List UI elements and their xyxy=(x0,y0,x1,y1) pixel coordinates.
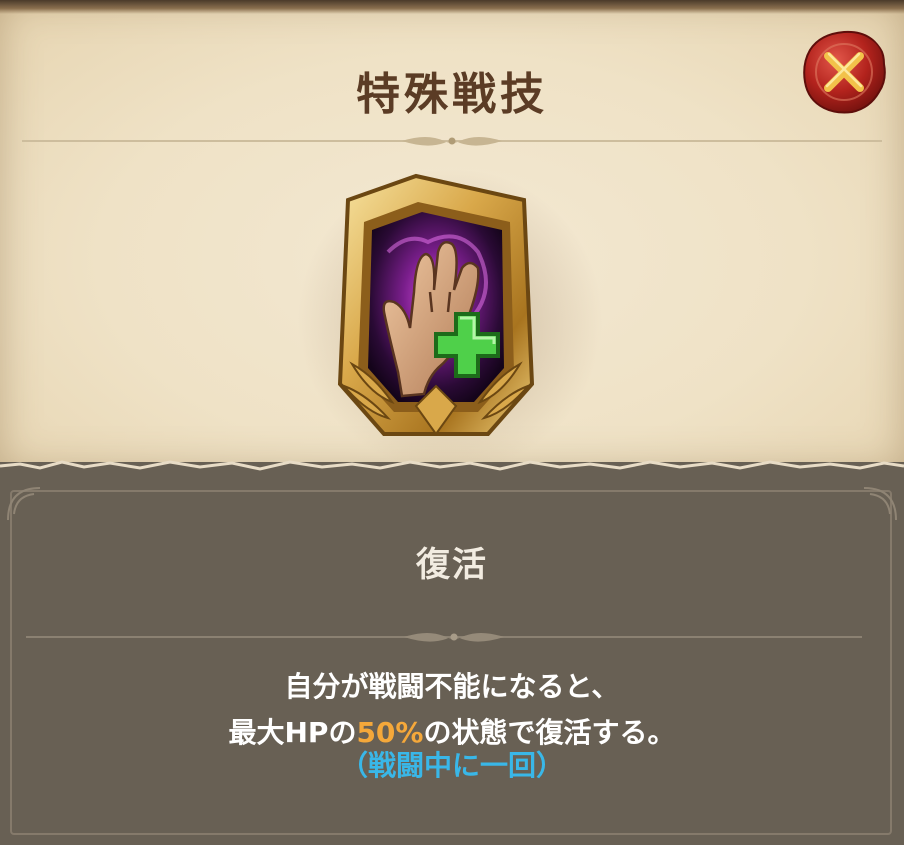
torn-edge xyxy=(0,460,904,490)
corner-ornament xyxy=(7,487,41,521)
usage-limit-note: （戦闘中に一回） xyxy=(339,749,564,782)
reviving-hand-icon xyxy=(337,173,535,436)
title-divider-ornament xyxy=(402,137,502,146)
skill-description: 自分が戦闘不能になると、 最大HPの50%の状態で復活する。 xyxy=(0,664,904,756)
skill-name: 復活 xyxy=(416,545,488,585)
close-button[interactable] xyxy=(800,28,888,116)
corner-ornament xyxy=(863,487,897,521)
description-line-1: 自分が戦闘不能になると、 xyxy=(284,670,620,703)
special-skill-dialog: 特殊戦技 復活 自分が戦闘不能になると、 最大HPの50%の状態で復活する。 （… xyxy=(0,0,904,845)
skill-divider-ornament xyxy=(404,633,504,642)
dialog-title: 特殊戦技 xyxy=(356,69,548,120)
top-frame-border xyxy=(0,0,904,14)
